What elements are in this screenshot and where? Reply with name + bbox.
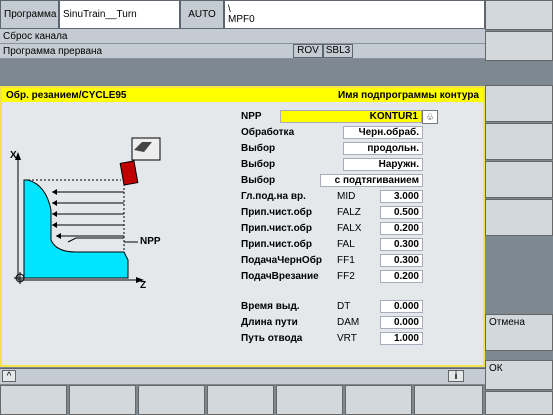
program-file: MPF0 [228,13,255,25]
field-label-select-2: Выбор [241,159,276,170]
softkey-v4[interactable] [485,123,553,160]
field-label-dt: Время выд. [241,301,300,312]
field-code-ff2: FF2 [337,271,355,282]
program-name: SinuTrain__Turn [59,0,180,29]
field-code-ff1: FF1 [337,255,355,266]
field-code-dt: DT [337,301,351,312]
field-label-vrt: Путь отвода [241,333,303,344]
field-value-processing[interactable]: Черн.обраб. [343,126,423,139]
field-value-dam[interactable]: 0.000 [380,316,423,329]
field-value-mid[interactable]: 3.000 [380,190,423,203]
softkey-h2[interactable] [69,385,136,415]
field-code-fal: FAL [337,239,355,250]
program-status-row: Программа прервана [0,44,485,59]
dialog-title-bar: Обр. резанием/CYCLE95 Имя подпрограммы к… [2,88,483,102]
field-code-falx: FALX [337,223,362,234]
dialog-subtitle: Имя подпрограммы контура [337,89,479,101]
field-value-ff2[interactable]: 0.200 [380,270,423,283]
field-value-select-2[interactable]: Наружн. [343,158,423,171]
field-value-select-1[interactable]: продольн. [343,142,423,155]
field-code-falz: FALZ [337,207,361,218]
field-label-fal: Прип.чист.обр [241,239,312,250]
x-axis-label: X [10,150,17,161]
z-axis-label: Z [140,280,147,291]
dialog-title: Обр. резанием/CYCLE95 [6,89,127,101]
info-button[interactable]: i [448,370,464,382]
softkey-v1[interactable] [485,0,553,30]
ok-button[interactable]: ОК [485,360,553,390]
field-code-mid: MID [337,191,356,202]
field-label-falz: Прип.чист.обр [241,207,312,218]
softkey-v2[interactable] [485,31,553,61]
field-label-dam: Длина пути [241,317,298,328]
cancel-button[interactable]: Отмена [485,314,553,351]
softkey-v6[interactable] [485,199,553,236]
softkey-h8[interactable] [485,391,553,415]
softkey-h1[interactable] [0,385,67,415]
field-label-ff1: ПодачаЧернОбр [241,255,322,266]
softkey-h7[interactable] [414,385,483,415]
channel-status: Сброс канала [3,30,68,42]
program-path: \ MPF0 [224,0,485,29]
field-value-select-3[interactable]: с подтягиванием [320,174,423,187]
field-value-falz[interactable]: 0.500 [380,206,423,219]
field-label-select-1: Выбор [241,143,276,154]
softkey-v5[interactable] [485,161,553,198]
program-status: Программа прервана [3,45,103,57]
recall-up-button[interactable]: ^ [2,370,16,382]
softkey-v3[interactable] [485,85,553,122]
mode-indicator: AUTO [180,0,224,29]
channel-status-row: Сброс канала [0,29,485,44]
field-label-npp: NPP [241,111,262,122]
field-label-ff2: ПодачВрезание [241,271,319,282]
field-label-processing: Обработка [241,127,295,138]
softkey-h4[interactable] [207,385,274,415]
softkey-h3[interactable] [138,385,205,415]
field-label-select-3: Выбор [241,175,276,186]
rov-indicator: ROV [293,44,323,58]
field-value-ff1[interactable]: 0.300 [380,254,423,267]
program-label: Программа [0,0,59,29]
field-value-dt[interactable]: 0.000 [380,300,423,313]
field-label-falx: Прип.чист.обр [241,223,312,234]
turning-diagram [14,137,161,284]
field-value-fal[interactable]: 0.300 [380,238,423,251]
field-value-vrt[interactable]: 1.000 [380,332,423,345]
field-value-npp[interactable]: KONTUR1 [280,110,422,123]
message-bar [0,368,485,384]
softkey-h5[interactable] [276,385,343,415]
field-value-falx[interactable]: 0.200 [380,222,423,235]
field-code-dam: DAM [337,317,360,328]
field-code-vrt: VRT [337,333,357,344]
path-separator: \ [228,3,231,15]
softkey-h6[interactable] [345,385,412,415]
sbl-indicator: SBL3 [323,44,353,58]
npp-diagram-label: NPP [140,236,161,247]
part-profile [23,179,129,279]
field-label-mid: Гл.под.на вр. [241,191,306,202]
contour-select-icon[interactable]: ♧ [422,110,438,124]
